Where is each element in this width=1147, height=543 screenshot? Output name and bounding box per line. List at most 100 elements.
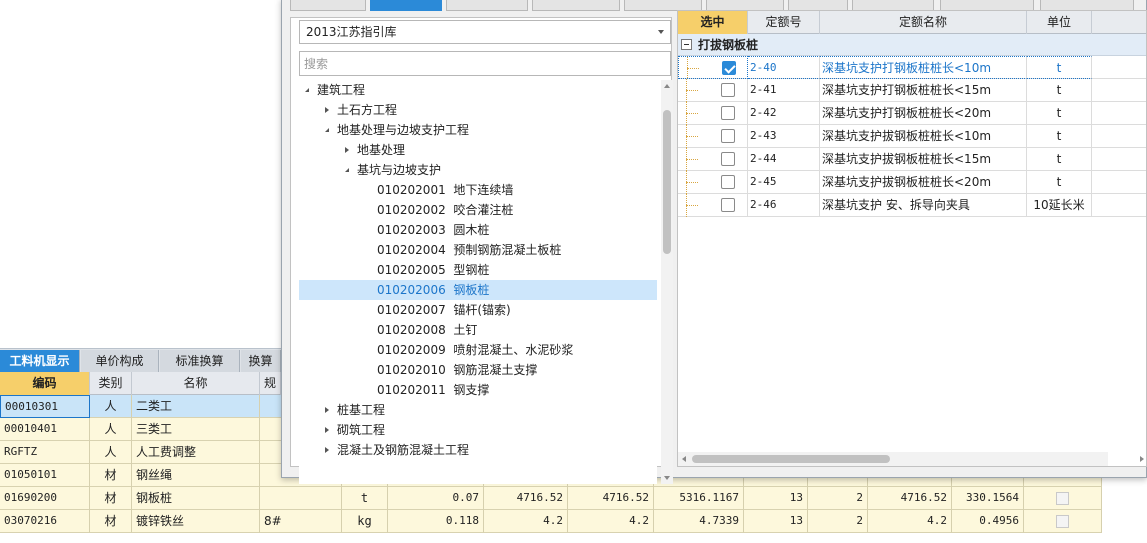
tree-item[interactable]: 砌筑工程 (299, 420, 657, 440)
quota-row[interactable]: 2-46 深基坑支护 安、拆导向夹具 10延长米 (678, 194, 1146, 217)
cell-select[interactable] (678, 148, 748, 171)
quota-checkbox[interactable] (721, 198, 735, 212)
cell-select[interactable] (678, 125, 748, 148)
cell-select[interactable] (678, 171, 748, 194)
dialog-tab-3[interactable] (446, 0, 528, 11)
quota-horizontal-scrollbar[interactable] (678, 452, 1144, 466)
col-header-name[interactable]: 名称 (132, 372, 260, 395)
tree-item[interactable]: 010202006 钢板桩 (299, 280, 657, 300)
tree-item[interactable]: 010202008 土钉 (299, 320, 657, 340)
quota-scrollbar-thumb[interactable] (692, 455, 890, 463)
dialog-tab-2-active[interactable] (370, 0, 442, 11)
tree-item[interactable]: 建筑工程 (299, 80, 657, 100)
expanded-arrow-icon[interactable] (345, 168, 349, 172)
collapsed-arrow-icon[interactable] (325, 447, 329, 453)
tree-item[interactable]: 土石方工程 (299, 100, 657, 120)
quota-checkbox[interactable] (721, 152, 735, 166)
col-header-quota-code[interactable]: 定额号 (748, 11, 820, 34)
col-header-code[interactable]: 编码 (0, 372, 90, 395)
cell-checkbox[interactable] (1024, 487, 1102, 510)
tree-item[interactable]: 010202011 钢支撑 (299, 380, 657, 400)
tree-item[interactable]: 010202001 地下连续墙 (299, 180, 657, 200)
tree-item[interactable]: 010202003 圆木桩 (299, 220, 657, 240)
quota-checkbox[interactable] (721, 106, 735, 120)
tree-item[interactable]: 混凝土及钢筋混凝土工程 (299, 440, 657, 460)
quota-row[interactable]: 2-41 深基坑支护打钢板桩桩长<15m t (678, 79, 1146, 102)
scroll-right-icon[interactable] (1140, 456, 1144, 462)
scroll-down-icon[interactable] (664, 476, 670, 480)
tree-item[interactable]: 桩基工程 (299, 400, 657, 420)
cell-name: 钢丝绳 (132, 464, 260, 487)
tree-item[interactable]: 010202007 锚杆(锚索) (299, 300, 657, 320)
tree-item[interactable]: 基坑与边坡支护 (299, 160, 657, 180)
tree-line-horizontal (686, 159, 698, 160)
cell-select[interactable] (678, 102, 748, 125)
tree-item[interactable]: 010202010 钢筋混凝土支撑 (299, 360, 657, 380)
quota-checkbox[interactable] (722, 61, 736, 75)
collapsed-arrow-icon[interactable] (325, 427, 329, 433)
cell-quota-code: 2-43 (748, 125, 820, 148)
cell-type: 人 (90, 418, 132, 441)
cell-p2: 4716.52 (568, 487, 654, 510)
row-checkbox[interactable] (1056, 515, 1069, 528)
col-header-type[interactable]: 类别 (90, 372, 132, 395)
cell-quota-name: 深基坑支护打钢板桩桩长<15m (820, 79, 1027, 102)
cell-name: 二类工 (132, 395, 260, 418)
tree-scrollbar-thumb[interactable] (663, 110, 671, 254)
tree-line-horizontal (687, 68, 699, 69)
dialog-tab-4[interactable] (532, 0, 620, 11)
dialog-tab-1[interactable] (290, 0, 366, 11)
cell-select[interactable] (678, 194, 748, 217)
collapsed-arrow-icon[interactable] (325, 107, 329, 113)
expanded-arrow-icon[interactable] (325, 128, 329, 132)
cell-checkbox[interactable] (1024, 510, 1102, 533)
tree-item[interactable]: 010202005 型钢桩 (299, 260, 657, 280)
table-row[interactable]: 03070216 材镀锌铁丝 8# kg 0.118 4.2 4.2 4.7339 13 2 4.2… (0, 510, 1102, 533)
quota-row[interactable]: 2-42 深基坑支护打钢板桩桩长<20m t (678, 102, 1146, 125)
scroll-left-icon[interactable] (682, 456, 686, 462)
tree-scrollbar[interactable] (661, 80, 673, 484)
quota-row[interactable]: 2-45 深基坑支护拔钢板桩桩长<20m t (678, 171, 1146, 194)
tree-item[interactable]: 010202004 预制钢筋混凝土板桩 (299, 240, 657, 260)
library-select[interactable]: 2013江苏指引库 (299, 20, 671, 44)
cell-extra (1092, 79, 1146, 102)
tree-connector (687, 57, 747, 78)
collapsed-arrow-icon[interactable] (345, 147, 349, 153)
quota-checkbox[interactable] (721, 175, 735, 189)
cell-extra (1092, 194, 1146, 217)
chevron-down-icon[interactable] (658, 30, 664, 34)
col-header-unit[interactable]: 单位 (1027, 11, 1092, 34)
tree-item[interactable]: 010202009 喷射混凝土、水泥砂浆 (299, 340, 657, 360)
col-header-spec[interactable]: 规 (260, 372, 281, 395)
tree-item[interactable]: 地基处理 (299, 140, 657, 160)
cell-spec: 8# (260, 510, 342, 533)
cell-extra (1092, 148, 1146, 171)
tab-unit-price-composition[interactable]: 单价构成 (81, 350, 159, 372)
col-header-select[interactable]: 选中 (678, 11, 748, 34)
table-row[interactable]: 01690200 材钢板桩 t 0.07 4716.52 4716.52 5316.1167… (0, 487, 1102, 510)
cell-p1: 4716.52 (484, 487, 568, 510)
expanded-arrow-icon[interactable] (305, 88, 309, 92)
quota-checkbox[interactable] (721, 129, 735, 143)
quota-row[interactable]: 2-43 深基坑支护拔钢板桩桩长<10m t (678, 125, 1146, 148)
scroll-up-icon[interactable] (664, 84, 670, 88)
tree-item[interactable]: 地基处理与边坡支护工程 (299, 120, 657, 140)
quota-checkbox[interactable] (721, 83, 735, 97)
quota-row[interactable]: 2-44 深基坑支护拔钢板桩桩长<15m t (678, 148, 1146, 171)
tree-connector (686, 171, 747, 194)
tab-standard-conversion[interactable]: 标准换算 (160, 350, 240, 372)
quota-group-row[interactable]: 打拔钢板桩 (678, 34, 1146, 56)
tree-item[interactable]: 010202002 咬合灌注桩 (299, 200, 657, 220)
cell-select[interactable] (678, 79, 748, 102)
col-header-quota-name[interactable]: 定额名称 (820, 11, 1027, 34)
row-checkbox[interactable] (1056, 492, 1069, 505)
collapse-icon[interactable] (681, 39, 692, 50)
cell-name: 人工费调整 (132, 441, 260, 464)
tab-conversion[interactable]: 换算 (241, 350, 281, 372)
collapsed-arrow-icon[interactable] (325, 407, 329, 413)
quota-row[interactable]: 2-40 深基坑支护打钢板桩桩长<10m t (678, 56, 1146, 79)
cell-select[interactable] (678, 56, 748, 79)
cell-qty: 0.07 (388, 487, 484, 510)
search-input[interactable] (299, 51, 671, 76)
tab-labor-material-machine[interactable]: 工料机显示 (0, 350, 80, 372)
